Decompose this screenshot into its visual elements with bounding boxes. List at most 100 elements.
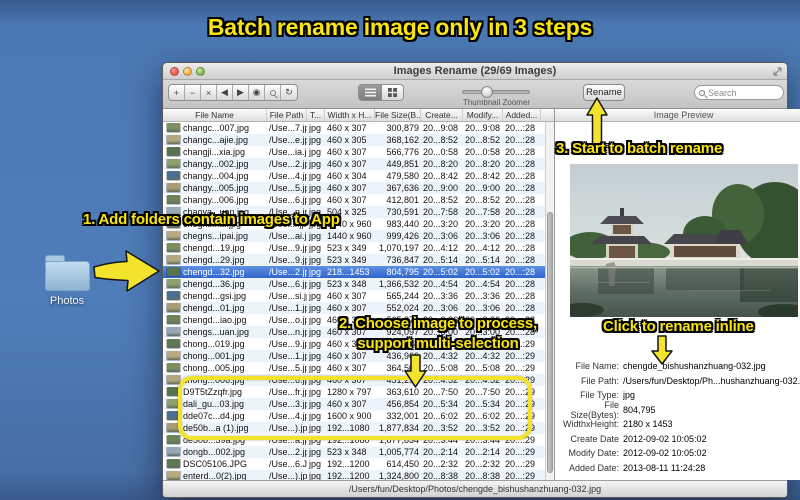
dimensions-cell: 460 x 307 <box>327 147 367 157</box>
create-date-cell: 20...5:14 <box>423 255 459 265</box>
scrollbar[interactable] <box>545 122 554 480</box>
slider-knob[interactable] <box>481 86 493 98</box>
create-date-cell: 20...8:52 <box>423 135 459 145</box>
search-icon <box>699 89 705 96</box>
table-row[interactable]: chengd...29.jpg/Use...9.jpgjpg 523 x 349 7… <box>163 254 554 266</box>
table-row[interactable]: chengd...36.jpg/Use...6.jpgjpg 523 x 348 1… <box>163 278 554 290</box>
added-date-cell: 20...:28 <box>505 291 536 301</box>
table-row[interactable]: changc...007.jpg/Use...7.jpgjpg 460 x 307… <box>163 122 554 134</box>
list-view-button[interactable] <box>359 85 381 100</box>
modify-date-cell: 20...4:12 <box>465 243 501 253</box>
file-size-cell: 368,162 <box>386 135 419 145</box>
file-name-cell: chengd...36.jpg <box>163 279 267 289</box>
table-row[interactable]: DSC05106.JPG/Use...6.JPGjpg 192...1200 614… <box>163 458 554 470</box>
column-header[interactable]: Create... <box>421 109 463 121</box>
back-button[interactable]: ◀ <box>217 85 233 100</box>
refresh-button[interactable]: ↻ <box>281 85 297 100</box>
modify-date-cell: 20...0:58 <box>465 147 501 157</box>
remove-button[interactable]: − <box>185 85 201 100</box>
added-date-cell: 20...:28 <box>505 243 536 253</box>
column-header[interactable]: T... <box>307 109 325 121</box>
table-row[interactable]: chong...005.jpg/Use...5.jpgjpg 460 x 307 3… <box>163 362 554 374</box>
file-path-cell: /Use...9.jpg <box>269 243 307 253</box>
modify-date-cell: 20...2:14 <box>465 447 501 457</box>
type-cell: jpg <box>309 195 322 205</box>
dimensions-cell: 218...1453 <box>327 267 370 277</box>
rename-button[interactable]: Rename <box>583 84 625 101</box>
table-row[interactable]: enterd...0(2).jpg/Use...).jpgjpg 192...12… <box>163 470 554 480</box>
dimensions-cell: 460 x 305 <box>327 135 367 145</box>
type-cell: jpg <box>309 183 322 193</box>
table-row[interactable]: changy...002.jpg/Use...2.jpgjpg 460 x 307… <box>163 158 554 170</box>
preview-photo-image <box>569 164 798 317</box>
file-size-cell: 300,879 <box>386 123 419 133</box>
added-date-cell: 20...:28 <box>505 255 536 265</box>
table-row[interactable]: dongb...002.jpg/Use...2.jpgjpg 523 x 348 1… <box>163 446 554 458</box>
add-button[interactable]: + <box>169 85 185 100</box>
added-date-cell: 20...:28 <box>505 171 536 181</box>
table-row[interactable]: changy...006.jpg/Use...6.jpgjpg 460 x 307… <box>163 194 554 206</box>
file-thumbnail-icon <box>167 147 180 156</box>
table-row[interactable]: chengd...01.jpg/Use...1.jpgjpg 460 x 307 5… <box>163 302 554 314</box>
file-path-cell: /Use...1.jpg <box>269 351 307 361</box>
file-info-row: Create Date 2012-09-02 10:05:02 <box>555 432 800 447</box>
forward-button[interactable]: ▶ <box>233 85 249 100</box>
create-date-cell: 20...5:02 <box>423 267 459 277</box>
photos-folder[interactable]: Photos <box>32 255 102 307</box>
table-row[interactable]: changji...xia.jpg/Use...ia.jpgjpg 460 x 3… <box>163 146 554 158</box>
column-header[interactable]: File Path <box>267 109 307 121</box>
file-size-cell: 479,580 <box>386 171 419 181</box>
thumbnail-zoomer-slider[interactable] <box>462 86 530 98</box>
column-header[interactable]: File Name <box>163 109 267 121</box>
added-date-cell: 20...:28 <box>505 279 536 289</box>
file-size-cell: 804,795 <box>386 267 419 277</box>
table-row[interactable]: chengd...gsi.jpg/Use...si.jpgjpg 460 x 30… <box>163 290 554 302</box>
file-thumbnail-icon <box>167 447 180 456</box>
added-date-cell: 20...:28 <box>505 135 536 145</box>
table-row[interactable]: changy...005.jpg/Use...5.jpgjpg 460 x 307… <box>163 182 554 194</box>
search-field[interactable]: Search <box>694 85 784 100</box>
file-path-cell: /Use...2.jpg <box>269 159 307 169</box>
table-row[interactable]: chengd...19.jpg/Use...9.jpgjpg 523 x 349 1… <box>163 242 554 254</box>
column-header[interactable]: Added... <box>503 109 541 121</box>
file-thumbnail-icon <box>167 303 180 312</box>
table-row[interactable]: changc...ajie.jpg/Use...e.jpgjpg 460 x 30… <box>163 134 554 146</box>
type-cell: jpg <box>309 267 322 277</box>
modify-date-cell: 20...4:54 <box>465 279 501 289</box>
create-date-cell: 20...4:12 <box>423 243 459 253</box>
file-info-label: Create Date <box>570 433 619 444</box>
grid-view-button[interactable] <box>381 85 403 100</box>
added-date-cell: 20...:28 <box>505 183 536 193</box>
file-path-cell: /Use...6.jpg <box>269 279 307 289</box>
create-date-cell: 20...7:58 <box>423 207 459 217</box>
delete-button[interactable]: × <box>201 85 217 100</box>
file-info-value[interactable]: chengde_bishushanzhuang-032.jpg <box>623 361 766 371</box>
file-path-cell: /Use...4.jpg <box>269 171 307 181</box>
fullscreen-icon[interactable] <box>773 67 782 76</box>
view-toggle <box>358 84 404 101</box>
column-header[interactable]: Width x H... <box>325 109 375 121</box>
search-button[interactable] <box>265 85 281 100</box>
file-size-cell: 364,500 <box>386 363 419 373</box>
file-name-cell: changy...006.jpg <box>163 195 267 205</box>
file-thumbnail-icon <box>167 195 180 204</box>
file-name-cell: chengd...01.jpg <box>163 303 267 313</box>
create-date-cell: 20...8:42 <box>423 171 459 181</box>
table-row[interactable]: chengd...32.jpg/Use...2.jpgjpg 218...1453… <box>163 266 554 278</box>
dimensions-cell: 1440 x 960 <box>327 231 372 241</box>
table-row[interactable]: changy...004.jpg/Use...4.jpgjpg 460 x 304… <box>163 170 554 182</box>
added-date-cell: 20...:28 <box>505 303 536 313</box>
file-thumbnail-icon <box>167 135 180 144</box>
folder-icon <box>32 255 102 291</box>
preview-pane: Image Preview File Name: chengde_bishush… <box>554 109 800 480</box>
quicklook-button[interactable]: ◉ <box>249 85 265 100</box>
modify-date-cell: 20...3:20 <box>465 219 501 229</box>
file-info-value: 2180 x 1453 <box>623 419 673 430</box>
column-header[interactable]: File Size(B... <box>375 109 421 121</box>
modify-date-cell: 20...5:08 <box>465 363 501 373</box>
file-info-value: jpg <box>623 390 636 401</box>
file-name-cell: chengd...29.jpg <box>163 255 267 265</box>
table-row[interactable]: chegns...ipai.jpg/Use...ai.jpgjpg 1440 x … <box>163 230 554 242</box>
column-header[interactable]: Modify... <box>463 109 503 121</box>
modify-date-cell: 20...3:36 <box>465 291 501 301</box>
